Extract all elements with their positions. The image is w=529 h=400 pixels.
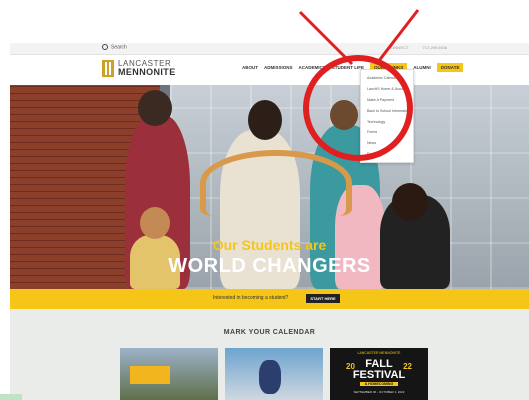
school-bus-image bbox=[130, 366, 170, 384]
student-head bbox=[330, 100, 358, 130]
festival-school-name: LANCASTER MENNONITE bbox=[357, 351, 401, 355]
dropdown-item-faculty[interactable]: Faculty bbox=[367, 152, 379, 156]
feedback-tab[interactable] bbox=[0, 394, 22, 400]
dropdown-item-technology[interactable]: Technology bbox=[367, 120, 385, 124]
utility-connect-link[interactable]: CONNECT bbox=[388, 45, 409, 50]
calendar-tile-fall-festival[interactable]: LANCASTER MENNONITE 20 22 FALL FESTIVAL … bbox=[330, 348, 428, 400]
search-label: Search bbox=[111, 44, 127, 51]
festival-homecoming-badge: & HOMECOMING bbox=[360, 382, 398, 386]
nav-about[interactable]: ABOUT bbox=[242, 65, 258, 72]
student-head bbox=[248, 100, 282, 140]
dropdown-item-make-payment[interactable]: Make A Payment bbox=[367, 98, 394, 102]
logo-mark-icon bbox=[102, 60, 114, 77]
student-head bbox=[392, 183, 428, 221]
world-changers-arch-banner bbox=[200, 150, 352, 216]
dropdown-item-back-to-school[interactable]: Back to School Information bbox=[367, 109, 410, 113]
admissions-cta-bar: Interested in becoming a student? START … bbox=[10, 289, 529, 309]
utility-phone[interactable]: 717.299.0436 bbox=[423, 45, 447, 50]
site-header: LANCASTER MENNONITE ABOUT ADMISSIONS ACA… bbox=[10, 55, 529, 85]
calendar-title: MARK YOUR CALENDAR bbox=[223, 329, 316, 336]
utility-bar: Search CONNECT 717.299.0436 bbox=[10, 43, 529, 55]
dropdown-item-news[interactable]: News bbox=[367, 141, 376, 145]
nav-donate[interactable]: DONATE bbox=[436, 63, 464, 72]
site-logo[interactable]: LANCASTER MENNONITE bbox=[102, 60, 176, 77]
main-nav: ABOUT ADMISSIONS ACADEMICS STUDENT LIFE … bbox=[242, 63, 464, 72]
calendar-section: MARK YOUR CALENDAR LANCASTER MENNONITE 2… bbox=[10, 309, 529, 400]
search-icon bbox=[102, 44, 108, 50]
quick-links-dropdown: Academic Calendar LancHS Home & Account … bbox=[360, 69, 414, 163]
dropdown-item-academic-calendar[interactable]: Academic Calendar bbox=[367, 76, 398, 80]
nav-alumni[interactable]: ALUMNI bbox=[413, 65, 431, 72]
hero-headline-line-2: WORLD CHANGERS bbox=[168, 255, 371, 277]
hero-image: Our Students are WORLD CHANGERS bbox=[10, 85, 529, 289]
nav-academics[interactable]: ACADEMICS bbox=[299, 65, 326, 72]
student-head bbox=[140, 207, 170, 239]
start-here-button[interactable]: START HERE bbox=[306, 294, 340, 303]
nav-admissions[interactable]: ADMISSIONS bbox=[264, 65, 293, 72]
student-head bbox=[138, 90, 172, 126]
child-swing-image bbox=[259, 360, 281, 394]
festival-dates: SEPTEMBER 30 - OCTOBER 1, 2022 bbox=[353, 390, 405, 394]
logo-line-2: MENNONITE bbox=[118, 67, 176, 77]
cta-question: Interested in becoming a student? bbox=[213, 295, 289, 301]
calendar-tile-bus[interactable] bbox=[120, 348, 218, 400]
festival-title-festival: FESTIVAL bbox=[352, 369, 406, 381]
calendar-tile-swing[interactable] bbox=[225, 348, 323, 400]
search-link[interactable]: Search bbox=[102, 44, 127, 50]
dropdown-item-home-account[interactable]: LancHS Home & Account bbox=[367, 87, 408, 91]
hero-headline-line-1: Our Students are bbox=[212, 237, 327, 253]
dropdown-item-forms[interactable]: Forms bbox=[367, 130, 377, 134]
